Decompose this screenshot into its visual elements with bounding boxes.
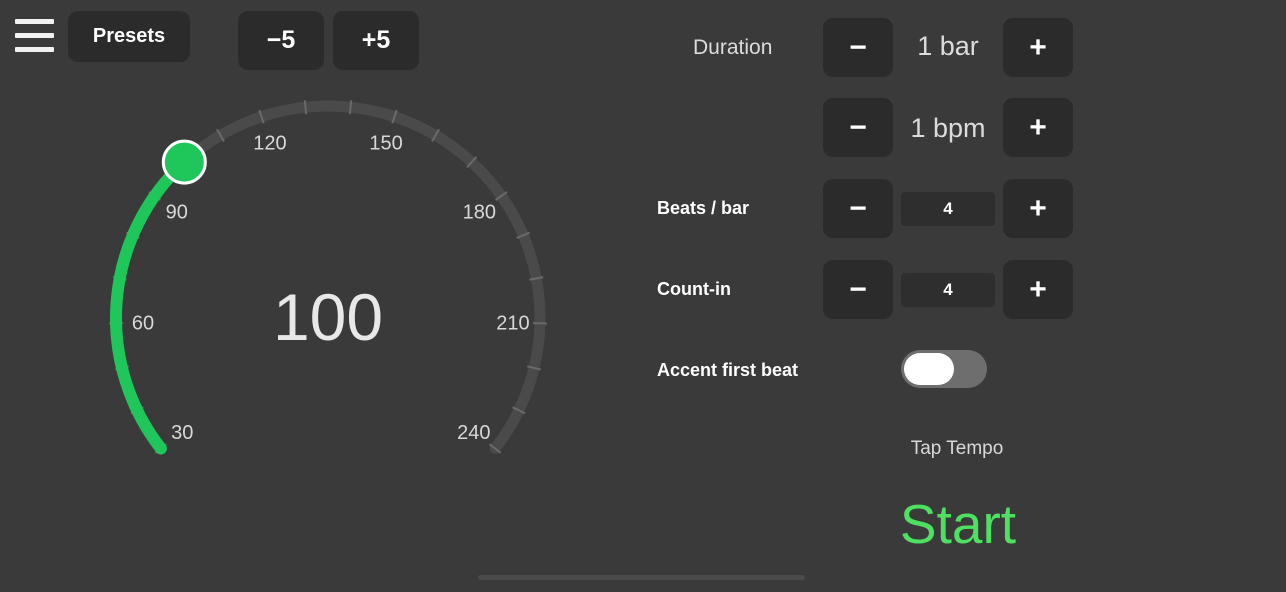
toggle-knob [904, 353, 954, 385]
dial-tick-label: 90 [166, 202, 188, 224]
duration-label: Duration [693, 36, 773, 59]
count-in-increase-button[interactable]: + [1003, 260, 1073, 319]
dial-tick-label: 120 [253, 132, 286, 154]
accent-first-beat-toggle[interactable] [901, 350, 987, 388]
home-indicator [478, 575, 805, 580]
count-in-decrease-button[interactable]: − [823, 260, 893, 319]
dial-tick-label: 60 [132, 313, 154, 335]
start-button[interactable]: Start [858, 492, 1058, 556]
beats-per-bar-label: Beats / bar [657, 198, 750, 218]
beats-per-bar-field[interactable]: 4 [901, 192, 995, 226]
duration-value: 1 bar [917, 31, 979, 61]
accent-first-beat-label: Accent first beat [657, 360, 799, 380]
dial-tick-label: 30 [171, 422, 193, 444]
count-in-field[interactable]: 4 [901, 273, 995, 307]
dial-tick-label: 210 [496, 313, 529, 335]
duration-decrease-button[interactable]: − [823, 18, 893, 77]
count-in-label: Count-in [657, 279, 731, 299]
dial-tick-label: 150 [369, 132, 402, 154]
bpm-value: 100 [272, 280, 384, 354]
increment-value: 1 bpm [910, 113, 986, 143]
dial-tick-label: 240 [457, 422, 490, 444]
tap-tempo-button[interactable]: Tap Tempo [880, 438, 1034, 460]
duration-increase-button[interactable]: + [1003, 18, 1073, 77]
dial-tick-label: 180 [463, 202, 496, 224]
increment-decrease-button[interactable]: − [823, 98, 893, 157]
beats-per-bar-increase-button[interactable]: + [1003, 179, 1073, 238]
dial-handle[interactable] [161, 139, 207, 185]
increment-increase-button[interactable]: + [1003, 98, 1073, 157]
beats-per-bar-decrease-button[interactable]: − [823, 179, 893, 238]
metronome-screen: Presets −5 +5 30 60 90 120 150 180 210 240 100 … [0, 0, 1286, 592]
